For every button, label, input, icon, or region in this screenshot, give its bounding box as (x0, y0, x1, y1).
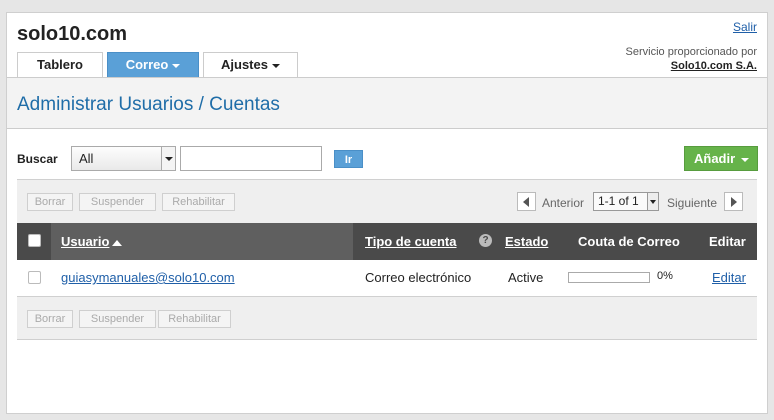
account-status: Active (508, 270, 544, 285)
account-type: Correo electrónico (365, 270, 472, 285)
admin-panel: solo10.com Salir Servicio proporcionado … (6, 12, 768, 414)
provider-company-link[interactable]: Solo10.com S.A. (626, 59, 757, 73)
column-header-label: Usuario (61, 234, 110, 249)
pager-prev-label: Anterior (542, 196, 585, 210)
suspend-button[interactable]: Suspender (79, 193, 156, 211)
delete-button[interactable]: Borrar (27, 310, 73, 328)
tab-mail[interactable]: Correo (107, 52, 199, 77)
row-checkbox[interactable] (28, 271, 41, 284)
search-go-button[interactable]: Ir (334, 150, 363, 168)
provided-by-text: Servicio proporcionado por (625, 46, 757, 58)
question-circle-icon[interactable]: ? (479, 234, 492, 247)
tab-settings[interactable]: Ajustes (203, 52, 298, 77)
table-row: guiasymanuales@solo10.com Correo electró… (17, 260, 757, 296)
table-header: Usuario Tipo de cuenta ? Estado Couta de… (17, 223, 757, 260)
column-header-user[interactable]: Usuario (61, 234, 123, 249)
pager-next-label: Siguiente (667, 196, 718, 210)
tab-dashboard[interactable]: Tablero (17, 52, 103, 77)
select-all-checkbox[interactable] (28, 234, 41, 247)
search-filter-select[interactable]: All (71, 146, 176, 171)
sort-ascending-icon (112, 239, 123, 246)
delete-button[interactable]: Borrar (27, 193, 73, 211)
header: solo10.com Salir Servicio proporcionado … (7, 13, 767, 77)
suspend-button[interactable]: Suspender (79, 310, 156, 328)
dropdown-arrow-icon (647, 193, 658, 210)
bulk-actions-bottom: Borrar Suspender Rehabilitar (17, 296, 757, 340)
reactivate-button[interactable]: Rehabilitar (162, 193, 235, 211)
chevron-down-icon (271, 63, 280, 68)
chevron-down-icon (172, 63, 181, 68)
page-title: Administrar Usuarios / Cuentas (17, 94, 280, 115)
quota-percent: 0% (657, 270, 673, 282)
chevron-right-icon[interactable] (724, 192, 743, 211)
reactivate-button[interactable]: Rehabilitar (158, 310, 231, 328)
dropdown-arrow-icon (161, 147, 175, 170)
page-select[interactable]: 1-1 of 1 (593, 192, 659, 211)
search-label: Buscar (17, 152, 58, 166)
column-header-status[interactable]: Estado (505, 234, 548, 249)
logout-link[interactable]: Salir (733, 20, 757, 34)
tab-label: Correo (125, 57, 169, 72)
column-header-edit: Editar (709, 234, 746, 249)
column-header-quota: Couta de Correo (578, 234, 680, 249)
page-select-value: 1-1 of 1 (598, 194, 639, 208)
edit-link[interactable]: Editar (712, 270, 746, 285)
search-filter-value: All (79, 151, 94, 166)
add-button-label: Añadir (694, 151, 736, 166)
chevron-left-icon[interactable] (517, 192, 536, 211)
title-bar: Administrar Usuarios / Cuentas (7, 77, 767, 129)
quota-progress-bar (568, 272, 650, 283)
user-email-link[interactable]: guiasymanuales@solo10.com (61, 270, 235, 285)
search-input[interactable] (180, 146, 322, 171)
column-header-type[interactable]: Tipo de cuenta (365, 234, 457, 249)
add-button[interactable]: Añadir (684, 146, 758, 171)
bulk-actions-top: Borrar Suspender Rehabilitar Anterior 1-… (17, 179, 757, 223)
tab-label: Tablero (37, 57, 83, 72)
provider-info: Servicio proporcionado por Solo10.com S.… (626, 45, 757, 73)
chevron-down-icon (741, 157, 750, 162)
tab-label: Ajustes (221, 57, 268, 72)
brand-title: solo10.com (17, 23, 128, 45)
